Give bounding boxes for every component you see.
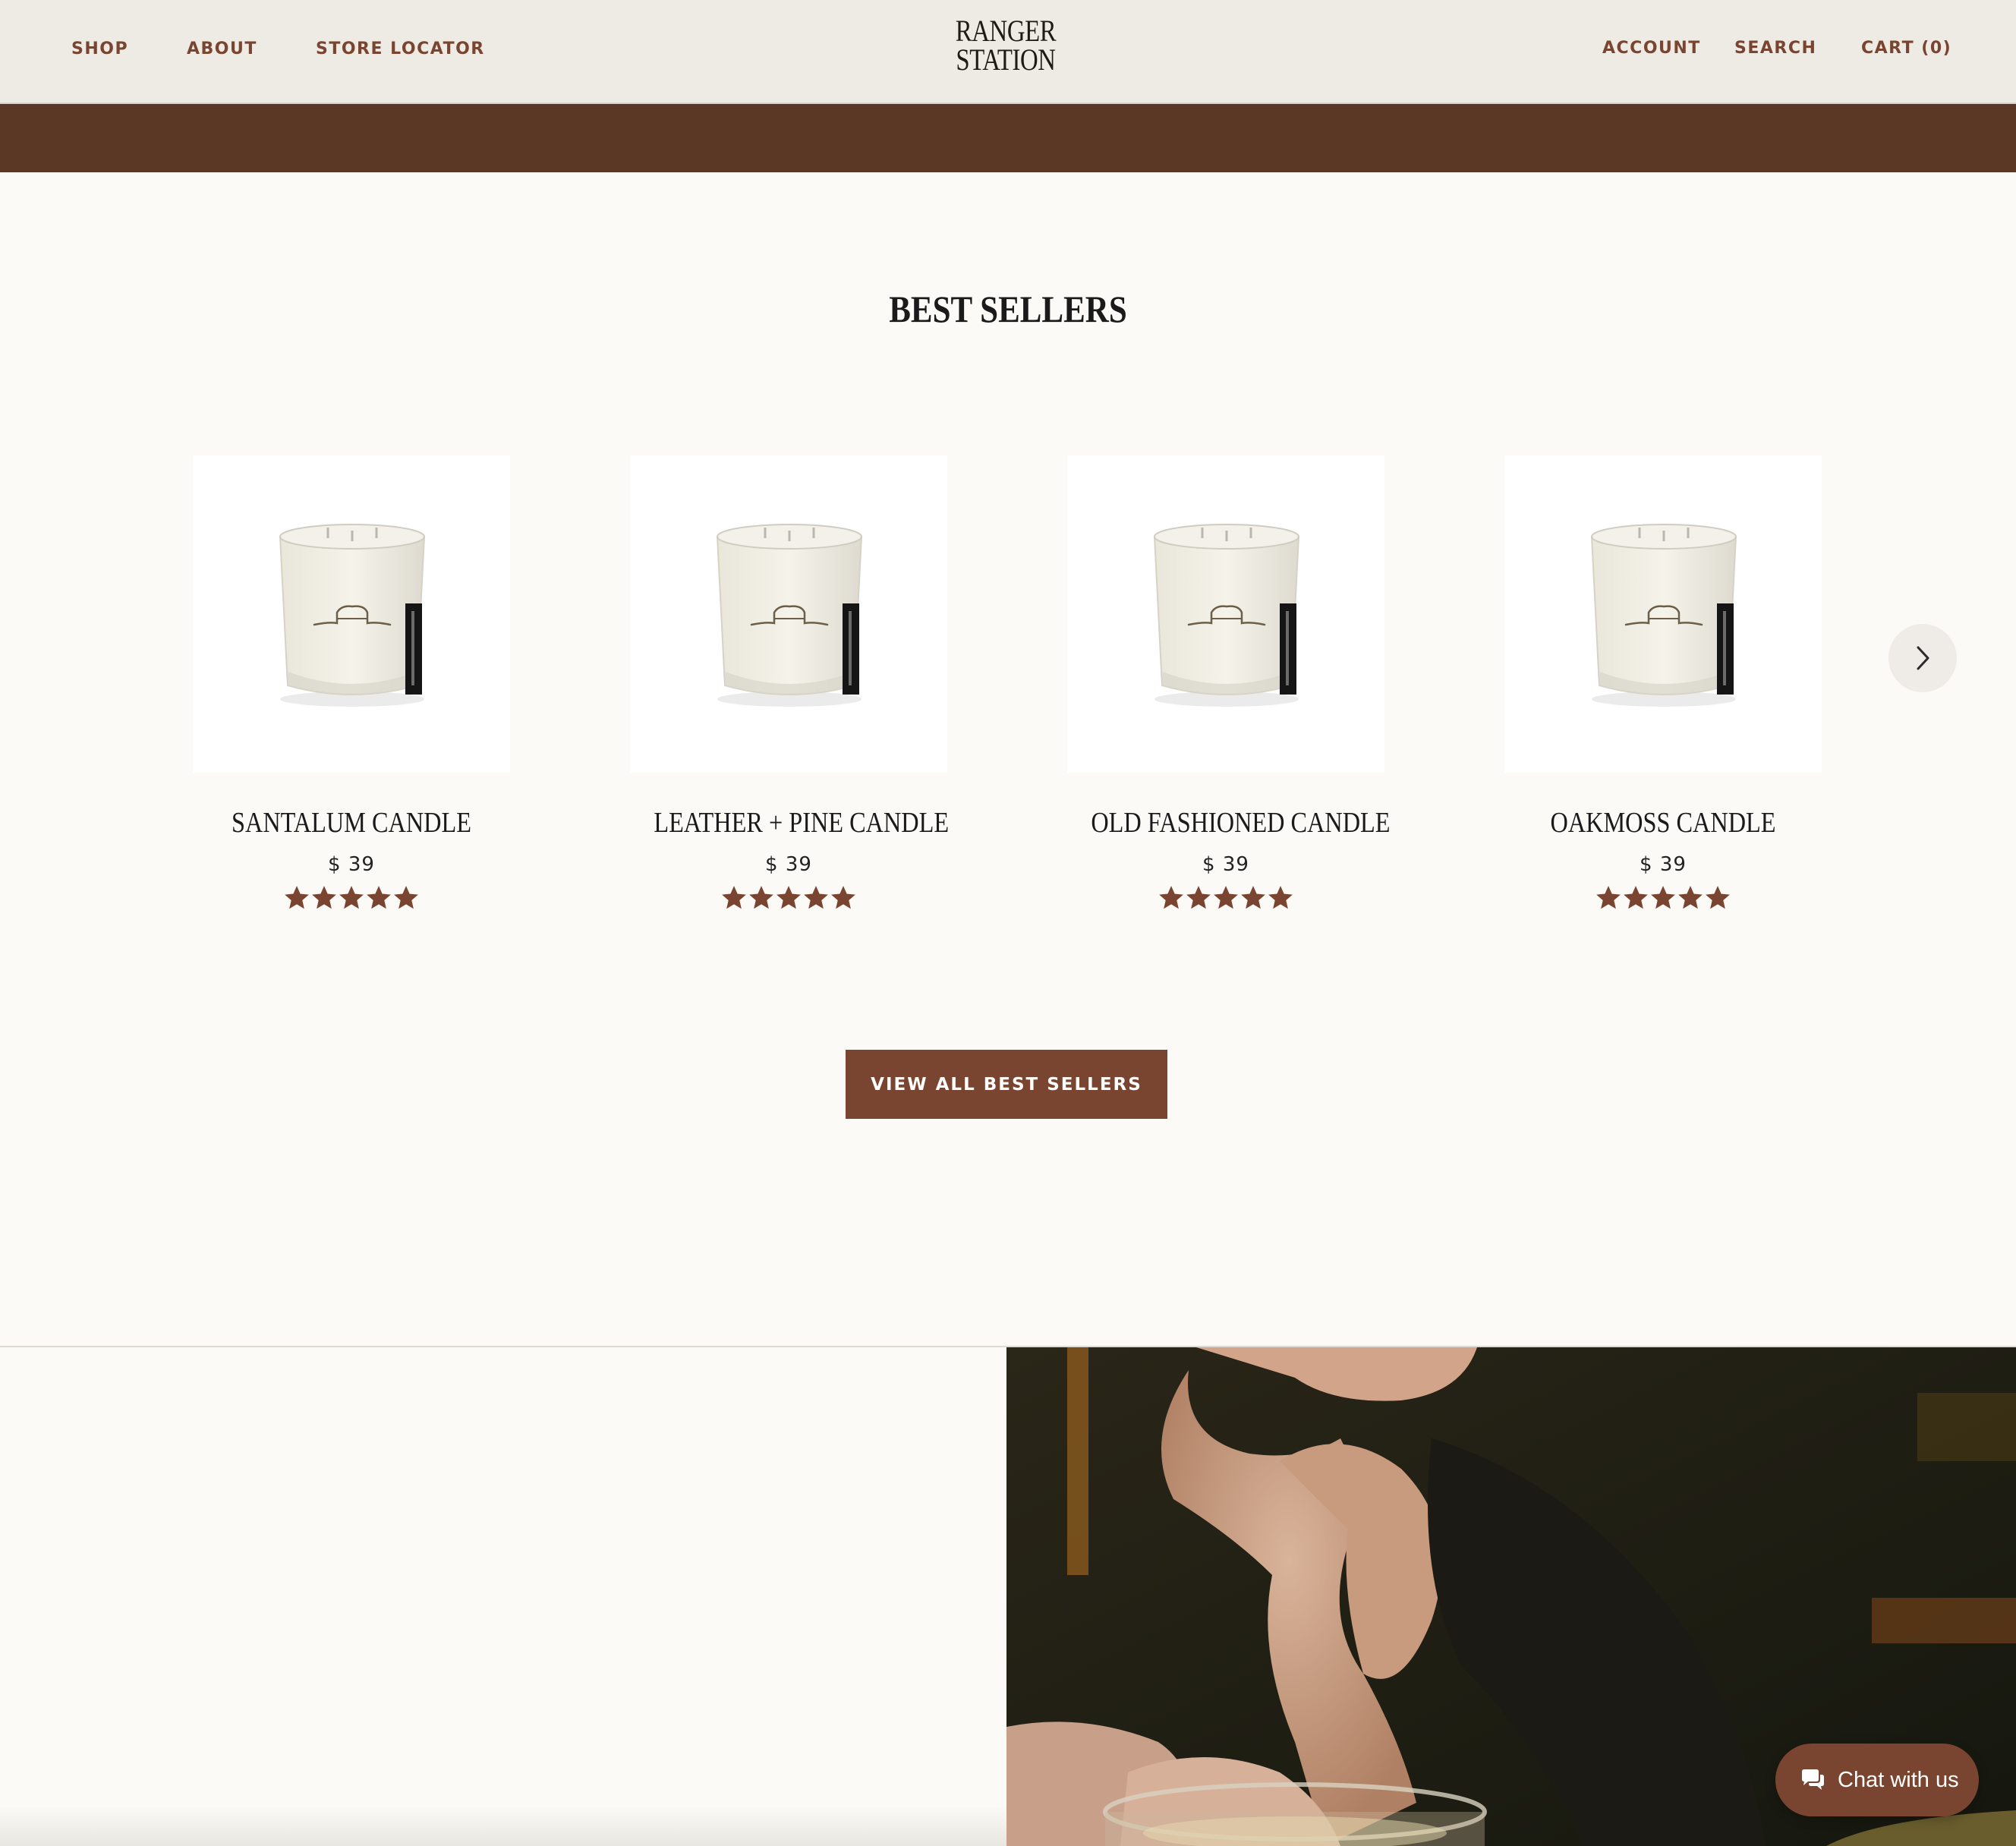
nav-store-locator-link[interactable]: STORE LOCATOR xyxy=(316,39,485,58)
star-icon xyxy=(367,886,391,909)
product-price: $ 39 xyxy=(328,853,375,876)
candle-illustration xyxy=(1590,524,1737,707)
product-rating[interactable] xyxy=(630,885,947,911)
product-card[interactable]: SANTALUM CANDLE $ 39 xyxy=(193,455,510,911)
product-price: $ 39 xyxy=(1202,853,1249,876)
star-icon xyxy=(1596,886,1621,909)
nav-account-link[interactable]: ACCOUNT xyxy=(1602,39,1701,58)
candle-illustration xyxy=(1153,524,1300,707)
star-icon xyxy=(1651,886,1675,909)
product-image[interactable] xyxy=(1067,455,1384,773)
star-icon xyxy=(1241,886,1265,909)
chat-bubble-icon xyxy=(1802,1769,1824,1790)
nav-shop-link[interactable]: SHOP xyxy=(71,39,128,58)
nav-cart-link[interactable]: CART (0) xyxy=(1861,39,1951,58)
product-name[interactable]: OLD FASHIONED CANDLE xyxy=(1091,806,1390,840)
product-rating[interactable] xyxy=(1504,885,1822,911)
star-icon xyxy=(285,886,309,909)
logo-line-1: RANGER xyxy=(955,14,1057,48)
product-image[interactable] xyxy=(630,455,947,773)
chat-widget-label: Chat with us xyxy=(1838,1767,1959,1792)
product-name[interactable]: LEATHER + PINE CANDLE xyxy=(654,806,949,840)
star-icon xyxy=(1214,886,1238,909)
star-icon xyxy=(1186,886,1211,909)
star-icon xyxy=(776,886,801,909)
star-icon xyxy=(804,886,828,909)
product-card[interactable]: OLD FASHIONED CANDLE $ 39 xyxy=(1067,455,1391,911)
bottom-fade xyxy=(0,1807,1006,1846)
product-card[interactable]: OAKMOSS CANDLE $ 39 xyxy=(1504,455,1822,911)
carousel-next-button[interactable] xyxy=(1888,624,1957,692)
product-rating[interactable] xyxy=(1067,885,1384,911)
nav-about-link[interactable]: ABOUT xyxy=(187,39,257,58)
logo-line-2: STATION xyxy=(956,43,1056,77)
star-icon xyxy=(1706,886,1730,909)
star-icon xyxy=(831,886,855,909)
candle-illustration xyxy=(716,524,863,707)
view-all-best-sellers-button[interactable]: VIEW ALL BEST SELLERS xyxy=(846,1050,1167,1119)
star-icon xyxy=(1678,886,1703,909)
star-icon xyxy=(1159,886,1183,909)
product-image[interactable] xyxy=(193,455,510,773)
product-name[interactable]: OAKMOSS CANDLE xyxy=(1528,806,1797,840)
nav-search-link[interactable]: SEARCH xyxy=(1734,39,1816,58)
product-price: $ 39 xyxy=(1640,853,1687,876)
product-name[interactable]: SANTALUM CANDLE xyxy=(216,806,486,840)
site-logo[interactable]: RANGER STATION xyxy=(943,14,1068,77)
site-header: SHOP ABOUT STORE LOCATOR RANGER STATION … xyxy=(0,0,2016,104)
chat-widget-button[interactable]: Chat with us xyxy=(1775,1744,1979,1816)
star-icon xyxy=(749,886,773,909)
star-icon xyxy=(394,886,418,909)
announcement-banner xyxy=(0,104,2016,172)
product-rating[interactable] xyxy=(193,885,510,911)
star-icon xyxy=(1268,886,1293,909)
candle-illustration xyxy=(279,524,426,707)
star-icon xyxy=(1624,886,1648,909)
star-icon xyxy=(339,886,364,909)
product-image[interactable] xyxy=(1504,455,1822,773)
product-card[interactable]: LEATHER + PINE CANDLE $ 39 xyxy=(630,455,949,911)
section-title: BEST SELLERS xyxy=(889,288,1127,330)
star-icon xyxy=(722,886,746,909)
chevron-right-icon xyxy=(1917,646,1929,670)
product-price: $ 39 xyxy=(765,853,812,876)
star-icon xyxy=(312,886,336,909)
